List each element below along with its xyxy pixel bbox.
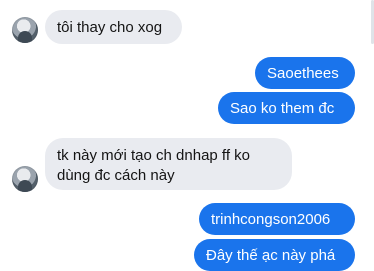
contact-avatar[interactable]	[12, 17, 38, 43]
message-outgoing[interactable]: trinhcongson2006	[199, 203, 355, 235]
message-outgoing[interactable]: Đây thế ạc này phá	[194, 239, 355, 271]
message-outgoing[interactable]: Sao ko them đc	[218, 92, 355, 124]
contact-avatar[interactable]	[12, 166, 38, 192]
message-incoming[interactable]: tôi thay cho xog	[45, 10, 182, 44]
message-outgoing[interactable]: Saoethees	[255, 57, 355, 89]
message-incoming[interactable]: tk này mới tạo ch dnhap ff ko dùng đc cá…	[45, 138, 292, 190]
